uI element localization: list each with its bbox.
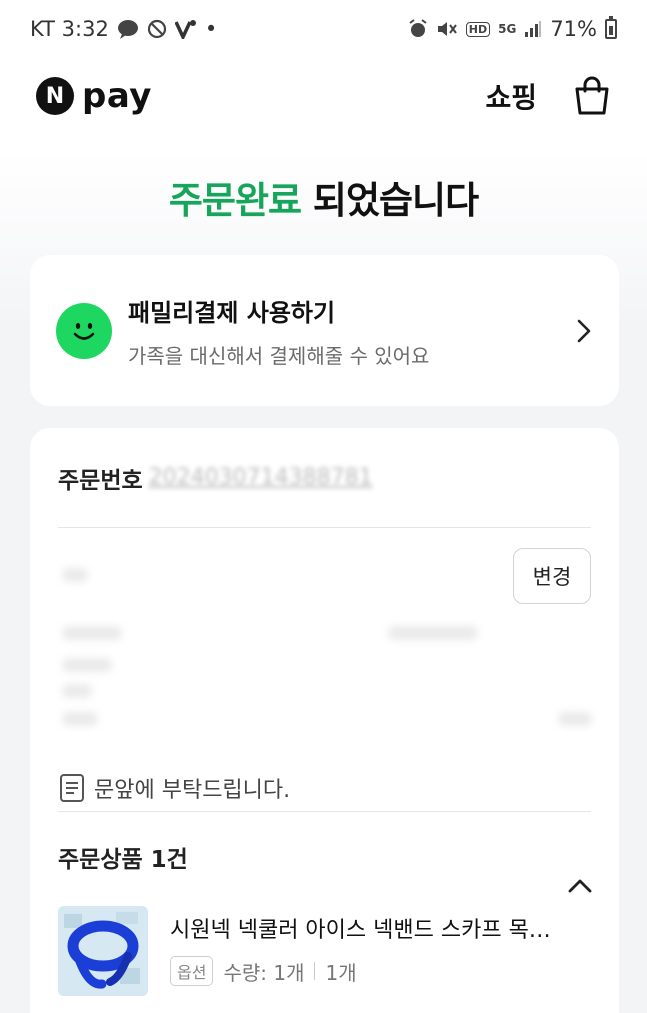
product-thumbnail[interactable] <box>58 906 148 996</box>
redacted-phone <box>62 684 92 698</box>
order-complete-title: 주문완료 되었습니다 <box>0 170 647 224</box>
redacted-recipient <box>62 568 88 582</box>
redacted-address-line <box>62 626 122 640</box>
alarm-icon <box>408 19 428 39</box>
npay-logo-text: pay <box>82 76 152 116</box>
memo-icon <box>60 774 84 802</box>
change-address-button[interactable]: 변경 <box>513 548 591 604</box>
order-number-value[interactable]: 2024030714388781 <box>149 465 373 490</box>
order-items-header[interactable]: 주문상품 1건 <box>58 812 591 902</box>
block-icon <box>147 19 167 39</box>
battery-icon <box>605 16 617 39</box>
hd-icon: HD <box>465 21 491 37</box>
5g-icon: 5G <box>498 22 517 36</box>
notification-dot: • <box>204 17 218 41</box>
status-left: KT 3:32 • <box>30 17 217 41</box>
v-app-icon <box>174 19 197 39</box>
npay-logo-mark: N <box>36 77 74 115</box>
order-detail-card: 주문번호 2024030714388781 변경 문앞에 부탁드립니다. 주문상… <box>30 428 619 1013</box>
status-bar: KT 3:32 • HD 5G 71% <box>0 0 647 58</box>
product-quantity: 수량: 1개 <box>223 960 305 985</box>
family-pay-card[interactable]: 패밀리결제 사용하기 가족을 대신해서 결제해줄 수 있어요 <box>30 255 619 406</box>
header-actions: 쇼핑 <box>485 76 611 116</box>
product-count: 1개 <box>325 960 357 985</box>
mute-icon <box>436 19 458 39</box>
family-pay-subtitle: 가족을 대신해서 결제해줄 수 있어요 <box>128 343 430 368</box>
chat-icon <box>117 19 139 39</box>
carrier-time: KT 3:32 <box>30 17 109 41</box>
redacted-phone <box>558 712 592 726</box>
smile-icon <box>56 302 112 359</box>
status-right: HD 5G 71% <box>408 16 617 41</box>
product-item[interactable]: 시원넥 넥쿨러 아이스 넥밴드 스카프 목… 옵션 수량: 1개 1개 <box>58 906 591 996</box>
chevron-up-icon[interactable] <box>567 878 593 894</box>
order-number-row: 주문번호 2024030714388781 <box>58 428 591 528</box>
redacted-phone <box>62 658 112 672</box>
delivery-memo: 문앞에 부탁드립니다. <box>58 772 290 804</box>
order-number-label: 주문번호 <box>58 467 143 494</box>
product-meta: 옵션 수량: 1개 1개 <box>170 956 591 986</box>
product-name[interactable]: 시원넥 넥쿨러 아이스 넥밴드 스카프 목… <box>170 912 591 944</box>
option-badge: 옵션 <box>170 956 214 986</box>
app-header: N pay 쇼핑 <box>0 60 647 132</box>
order-items-title: 주문상품 1건 <box>58 847 188 873</box>
shopping-bag-icon[interactable] <box>573 76 611 116</box>
battery-percent: 71% <box>550 17 597 41</box>
redacted-address-line <box>388 626 478 640</box>
title-accent: 주문완료 <box>168 179 302 222</box>
chevron-right-icon <box>577 319 591 342</box>
title-rest: 되었습니다 <box>301 179 479 222</box>
npay-logo[interactable]: N pay <box>36 76 152 116</box>
family-pay-title: 패밀리결제 사용하기 <box>128 298 336 327</box>
meta-divider <box>314 962 316 980</box>
product-info: 시원넥 넥쿨러 아이스 넥밴드 스카프 목… 옵션 수량: 1개 1개 <box>170 906 591 986</box>
delivery-memo-text: 문앞에 부탁드립니다. <box>94 778 291 803</box>
shipping-address-section: 변경 문앞에 부탁드립니다. <box>58 528 592 812</box>
family-pay-text: 패밀리결제 사용하기 가족을 대신해서 결제해줄 수 있어요 <box>128 293 575 369</box>
redacted-phone <box>62 712 98 726</box>
signal-icon <box>524 20 542 38</box>
shopping-link[interactable]: 쇼핑 <box>485 76 537 116</box>
